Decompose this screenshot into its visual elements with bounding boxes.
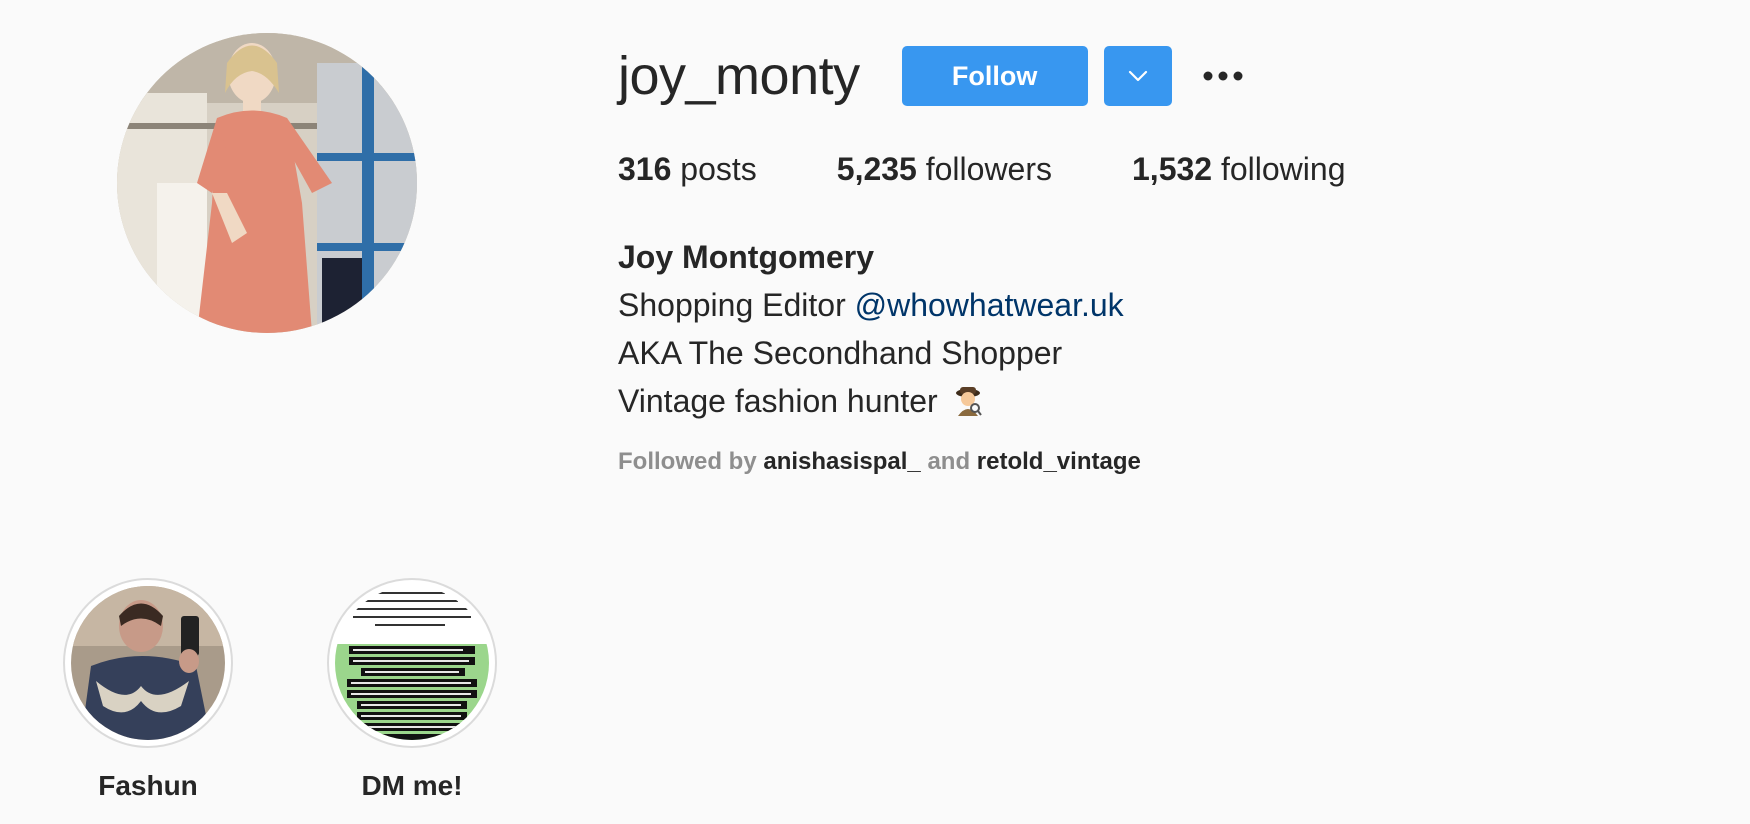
posts-count: 316: [618, 151, 672, 187]
followers-label: followers: [925, 151, 1052, 187]
highlight-cover: [71, 586, 225, 740]
highlight-label: DM me!: [361, 770, 463, 801]
avatar-photo: [117, 33, 417, 333]
followed-by-prefix: Followed by: [618, 448, 757, 475]
bio-line-1-text: Shopping Editor: [618, 287, 846, 323]
followed-by-connector: and: [927, 448, 971, 475]
highlight-cover: [335, 586, 489, 740]
username: joy_monty: [618, 46, 860, 106]
followed-by: Followed by anishasispal_ and retold_vin…: [618, 448, 1141, 476]
more-options-button[interactable]: [1200, 53, 1246, 99]
highlight-fashun[interactable]: Fashun: [63, 578, 233, 802]
following-count: 1,532: [1132, 151, 1213, 187]
follow-button[interactable]: Follow: [901, 46, 1088, 106]
posts-label: posts: [680, 151, 757, 187]
detective-emoji-icon: [953, 381, 983, 429]
followed-by-account-2[interactable]: retold_vintage: [977, 448, 1141, 475]
profile-bio: Joy Montgomery Shopping Editor @whowhatw…: [618, 233, 1124, 429]
suggested-dropdown-button[interactable]: [1103, 46, 1172, 106]
chevron-down-icon: [1128, 70, 1147, 82]
full-name: Joy Montgomery: [618, 239, 875, 275]
highlight-label: Fashun: [98, 770, 198, 801]
following-label: following: [1220, 151, 1346, 187]
followed-by-account-1[interactable]: anishasispal_: [763, 448, 920, 475]
bio-line-1: Shopping Editor @whowhatwear.uk: [618, 281, 1124, 329]
profile-header: joy_monty Follow: [618, 40, 1246, 112]
highlight-ring[interactable]: [63, 578, 233, 748]
profile-avatar[interactable]: [117, 33, 417, 333]
highlight-ring[interactable]: [327, 578, 497, 748]
bio-mention-link[interactable]: @whowhatwear.uk: [855, 287, 1124, 323]
posts-stat: 316 posts: [618, 150, 757, 188]
ellipsis-icon: [1203, 71, 1243, 81]
followers-stat[interactable]: 5,235 followers: [837, 150, 1052, 188]
bio-line-3-text: Vintage fashion hunter: [618, 383, 938, 419]
followers-count: 5,235: [836, 151, 917, 187]
bio-line-2: AKA The Secondhand Shopper: [618, 335, 1063, 371]
highlight-dm-me[interactable]: DM me!: [327, 578, 497, 802]
following-stat[interactable]: 1,532 following: [1132, 150, 1345, 188]
profile-stats: 316 posts 5,235 followers 1,532 followin…: [618, 150, 1425, 188]
bio-line-3: Vintage fashion hunter: [618, 377, 1124, 429]
